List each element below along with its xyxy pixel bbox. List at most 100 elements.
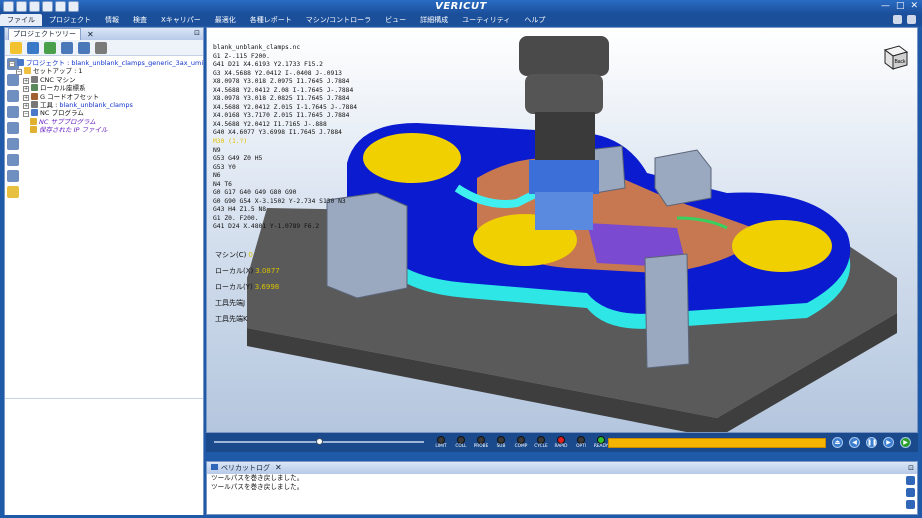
expand-icon[interactable]: + [23,94,29,101]
slider-knob[interactable] [316,438,323,445]
nc-line: X4.5688 Y2.0412 Z.015 I-1.7645 J-.7884 [213,103,358,111]
tree-item[interactable]: + G コードオフセット [23,92,99,101]
copy-log-icon[interactable] [906,500,915,509]
save-log-icon[interactable] [906,476,915,485]
collapse-icon[interactable]: − [9,61,15,67]
app-title: VERICUT [435,1,487,12]
nc-line: G41 D24 X.4801 Y-1.0789 F6.2 [213,223,320,231]
tree-item[interactable]: + ローカル座標系 [23,84,86,93]
expand-icon[interactable]: + [23,86,29,93]
status-led-sub[interactable]: SUB [492,436,510,450]
step-button[interactable]: ▶ [883,437,894,448]
readout-label: 工具先端K [215,315,248,323]
clear-log-icon[interactable] [906,488,915,497]
cutter [535,192,593,230]
close-icon[interactable]: ✕ [87,30,94,39]
led-label: OPTI [576,444,586,449]
maximize-button[interactable]: □ [896,1,905,12]
readout-label: 工具先端J [215,299,246,307]
menu-optimize[interactable]: 最適化 [208,14,243,26]
led-label: COLL [455,444,467,449]
calculator-icon[interactable] [27,41,39,54]
tree-item[interactable]: + CNC マシン [23,75,76,84]
minimize-button[interactable]: — [881,1,890,12]
menu-xcaliper[interactable]: Xキャリパー [154,14,208,26]
help-icon[interactable] [893,15,902,24]
tree-item[interactable]: − NC プログラム [23,109,84,118]
delete-icon[interactable] [95,41,107,54]
led-label: RAPID [554,444,568,449]
close-icon[interactable]: ✕ [275,463,282,472]
led-label: SUB [496,444,506,449]
led-indicator [497,436,505,444]
project-tree-properties [5,398,203,515]
play-button[interactable]: ▶ [900,437,911,448]
status-led-comp[interactable]: COMP [512,436,530,450]
tree-item-value: blank_unblank_clamps [59,101,133,109]
simulation-progress-bar [608,438,826,448]
menu-bar: ファイル プロジェクト 情報 検査 Xキャリパー 最適化 各種レポート マシン/… [0,14,922,26]
view-cube-label: Back [894,59,906,65]
status-led-opti[interactable]: OPTI [572,436,590,450]
readout-value: 0 [248,251,253,259]
tree-item-label: ローカル座標系 [40,84,86,93]
tree-item-label: 工具 : [40,101,60,109]
spindle-body [535,112,595,162]
menu-utility[interactable]: ユーティリティ [455,14,517,26]
tree-item[interactable]: + 工具 : blank_unblank_clamps [23,101,133,109]
nc-line: N6 [213,172,221,180]
status-led-limit[interactable]: LIMIT [432,436,450,450]
tree-item[interactable]: 保存された IP ファイル [30,126,107,134]
menu-help[interactable]: ヘルプ [517,14,552,26]
add-icon[interactable] [44,41,56,54]
menu-file[interactable]: ファイル [0,14,42,26]
pause-button[interactable]: ❚❚ [866,437,877,448]
wand-icon[interactable] [10,41,22,54]
status-led-rapid[interactable]: RAPID [552,436,570,450]
menu-info[interactable]: 情報 [98,14,126,26]
tree-item[interactable]: − セットアップ : 1 [16,67,82,76]
clamp-back-right [654,149,712,207]
undo-icon[interactable] [61,41,73,54]
project-tree-tab[interactable]: プロジェクトツリー [8,28,81,40]
tree-node-icon [17,59,24,66]
pin-icon[interactable]: ⊡ [194,29,200,37]
nc-line: X8.0978 Y3.018 Z.0975 I1.7645 J.7884 [213,78,350,86]
collapse-icon[interactable]: − [16,69,22,76]
pin-icon[interactable]: ⊡ [908,462,914,474]
project-tree: − プロジェクト : blank_unblank_clamps_generic_3… [5,57,203,427]
spindle-collar [525,74,603,114]
expand-icon[interactable]: + [23,77,29,84]
reset-button[interactable]: ⏏ [832,437,843,448]
tree-node-icon [31,84,38,92]
nc-line: X4.0168 Y3.7170 Z.015 I1.7645 J.7884 [213,112,350,120]
menu-project[interactable]: プロジェクト [42,14,98,26]
menu-inspect[interactable]: 検査 [126,14,154,26]
tree-item[interactable]: NC サブプログラム [30,117,96,126]
menu-config[interactable]: 詳細構成 [413,14,455,26]
led-label: PROBE [473,444,489,449]
led-indicator [457,436,465,444]
3d-viewport[interactable]: blank_unblank_clamps.nc G1 Z-.115 F200. G4… [206,27,918,433]
log-line: ツールパスを巻き戻しました。 [211,483,304,491]
led-label: COMP [514,444,528,449]
tree-item[interactable]: − プロジェクト : blank_unblank_clamps_generic_3… [9,59,203,67]
status-led-coll[interactable]: COLL [452,436,470,450]
project-tree-panel: プロジェクトツリー ✕ ⊡ − プロジェクト : blank_unblank_cl… [4,27,204,515]
view-cube[interactable]: Back [879,40,911,72]
nc-program-listing: blank_unblank_clamps.nc G1 Z-.115 F200. G4… [213,44,357,232]
nc-file-name: blank_unblank_clamps.nc [213,44,301,51]
redo-icon[interactable] [78,41,90,54]
menu-reports[interactable]: 各種レポート [243,14,299,26]
collapse-icon[interactable]: − [23,111,29,118]
nc-line: G43 H4 Z1.5 N8 [213,206,267,214]
close-button[interactable]: ✕ [910,1,918,12]
step-back-button[interactable]: ◀ [849,437,860,448]
readout-machine-c: マシン(C) 0 [215,247,280,263]
menu-machine-controller[interactable]: マシン/コントローラ [299,14,378,26]
status-led-probe[interactable]: PROBE [472,436,490,450]
restore-icon[interactable] [907,15,916,24]
expand-icon[interactable]: + [23,103,29,109]
menu-view[interactable]: ビュー [378,14,413,26]
status-led-cycle[interactable]: CYCLE [532,436,550,450]
